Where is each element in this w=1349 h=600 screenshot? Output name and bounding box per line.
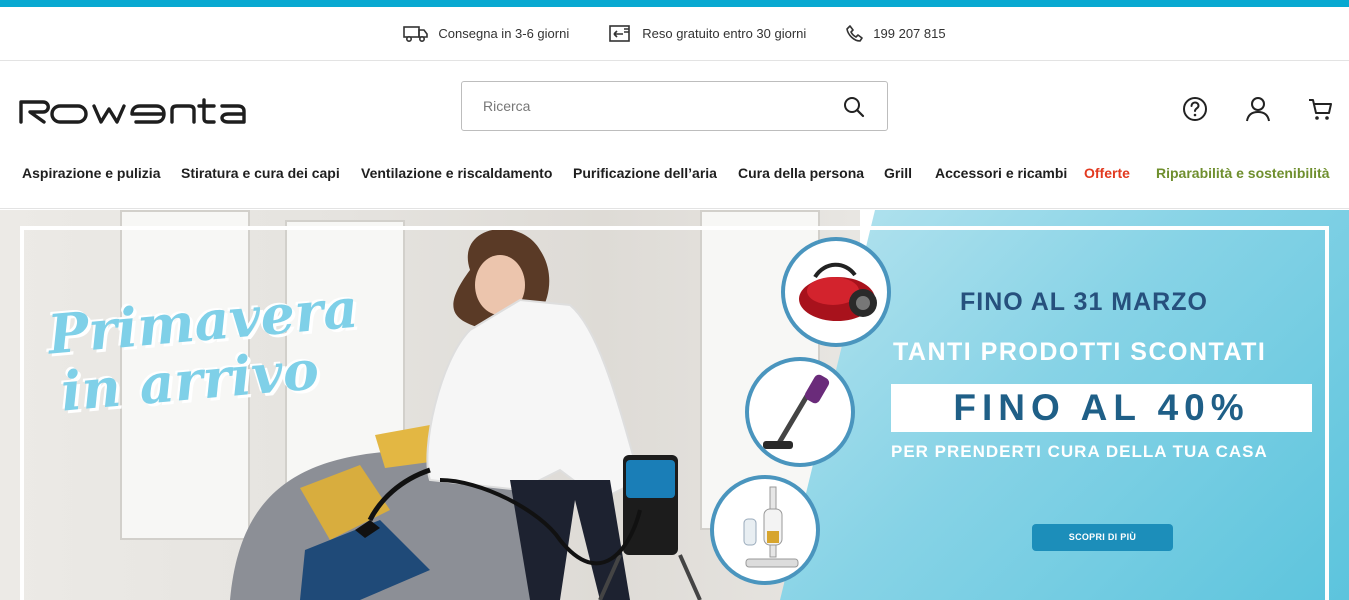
user-icon[interactable] <box>1245 96 1271 122</box>
nav-item-accessori[interactable]: Accessori e ricambi <box>935 165 1067 181</box>
header <box>0 61 1349 151</box>
phone-icon <box>846 24 864 43</box>
discover-more-button[interactable]: SCOPRI DI PIÙ <box>1032 524 1173 551</box>
phone-info[interactable]: 199 207 815 <box>846 24 946 43</box>
nav-item-offerte[interactable]: Offerte <box>1084 165 1130 181</box>
canister-vacuum-image <box>799 262 877 321</box>
top-accent-bar <box>0 0 1349 7</box>
delivery-info[interactable]: Consegna in 3-6 giorni <box>403 25 569 43</box>
promo-tagline: PER PRENDERTI CURA DELLA TUA CASA <box>891 442 1268 461</box>
product-circle-steam-mop[interactable] <box>710 475 820 585</box>
cart-icon[interactable] <box>1307 96 1333 122</box>
product-circle-canister[interactable] <box>781 237 891 347</box>
product-circle-stick[interactable] <box>745 357 855 467</box>
nav-item-purificazione[interactable]: Purificazione dell’aria <box>573 165 717 181</box>
nav-item-cura-persona[interactable]: Cura della persona <box>738 165 864 181</box>
phone-number: 199 207 815 <box>873 26 946 41</box>
search-box <box>461 81 888 131</box>
nav-item-aspirazione[interactable]: Aspirazione e pulizia <box>22 165 160 181</box>
returns-info[interactable]: Reso gratuito entro 30 giorni <box>609 24 807 43</box>
hero-banner[interactable]: Primavera in arrivo FINO AL 31 MARZO TAN… <box>0 210 1349 600</box>
return-box-icon <box>609 24 633 43</box>
nav-item-grill[interactable]: Grill <box>884 165 912 181</box>
nav-item-stiratura[interactable]: Stiratura e cura dei capi <box>181 165 340 181</box>
returns-text: Reso gratuito entro 30 giorni <box>642 26 807 41</box>
main-nav: Aspirazione e pulizia Stiratura e cura d… <box>0 151 1349 209</box>
search-icon[interactable] <box>843 96 865 118</box>
truck-icon <box>403 25 429 43</box>
nav-item-riparabilita[interactable]: Riparabilità e sostenibilità <box>1156 165 1330 181</box>
stick-vacuum-image <box>763 374 830 449</box>
info-bar: Consegna in 3-6 giorni Reso gratuito ent… <box>0 7 1349 61</box>
delivery-text: Consegna in 3-6 giorni <box>438 26 570 41</box>
search-input[interactable] <box>462 82 832 130</box>
promo-subtitle: TANTI PRODOTTI SCONTATI <box>893 338 1267 366</box>
nav-item-ventilazione[interactable]: Ventilazione e riscaldamento <box>361 165 552 181</box>
help-icon[interactable] <box>1182 96 1208 122</box>
rowenta-logo[interactable] <box>18 98 274 124</box>
promo-date: FINO AL 31 MARZO <box>960 288 1208 316</box>
steam-mop-image <box>743 486 799 568</box>
promo-discount: FINO AL 40% <box>891 384 1312 432</box>
